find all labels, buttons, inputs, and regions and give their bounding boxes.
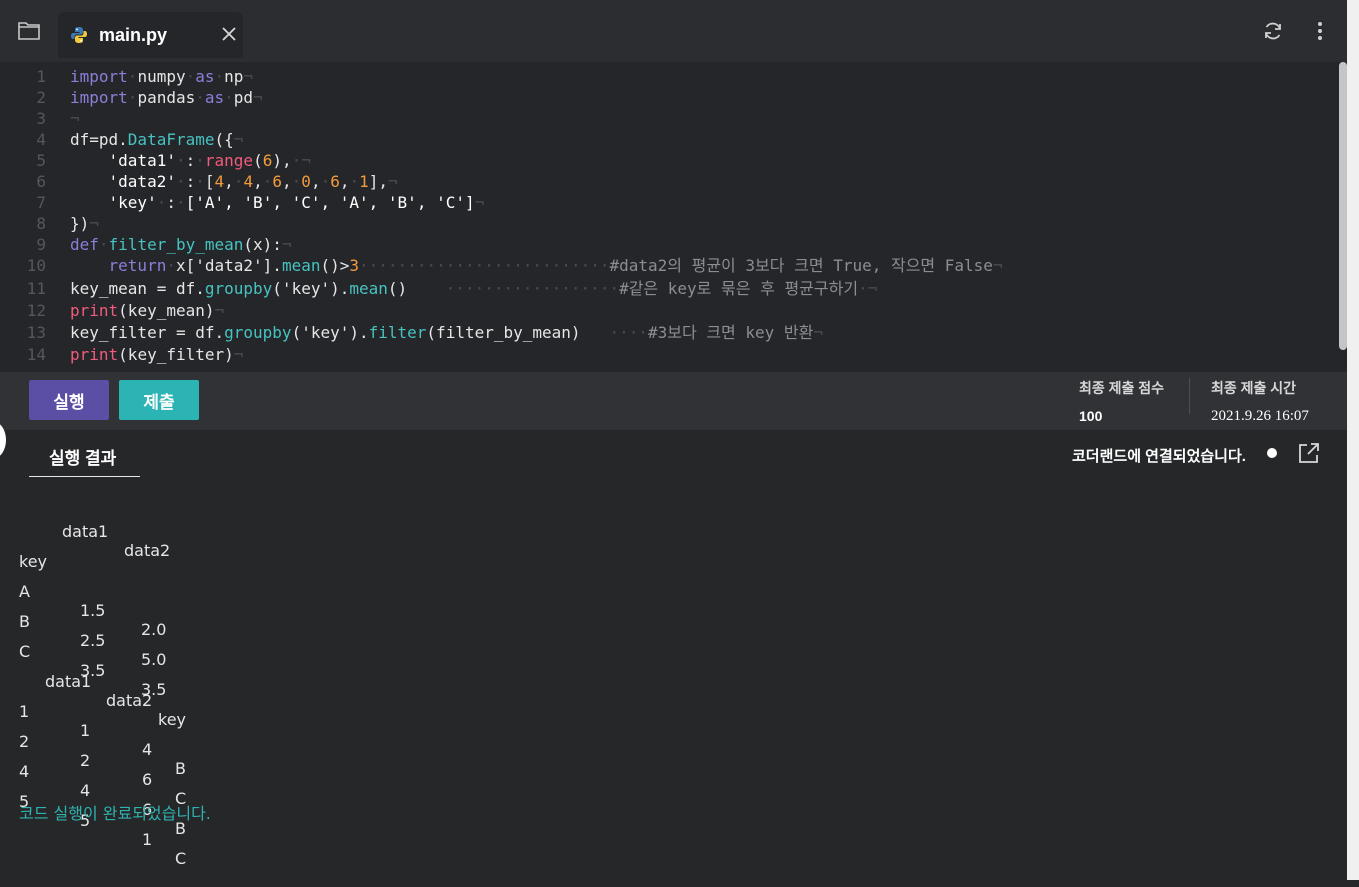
tab-run-result-label: 실행 결과 <box>49 449 117 468</box>
editor-topbar: main.py <box>0 0 1347 62</box>
output-line: 1 1 4 B <box>19 702 186 778</box>
output-line: C 3.5 3.5 <box>19 642 167 699</box>
final-score-label: 최종 제출 점수 <box>1079 380 1165 396</box>
code-line: 7 'key'·:·['A', 'B', 'C', 'A', 'B', 'C']… <box>36 193 485 212</box>
output-line: data1 data2 key <box>45 672 187 729</box>
final-time-label: 최종 제출 시간 <box>1211 380 1297 396</box>
refresh-icon[interactable] <box>1262 20 1284 42</box>
code-line: 2 import·pandas·as·pd¬ <box>36 88 263 107</box>
code-line: 8})¬ <box>36 214 99 233</box>
output-line: data1 data2 <box>62 522 171 560</box>
output-line: 2 2 6 C <box>19 732 187 808</box>
code-line: 6 'data2'·:·[4,·4,·6,·0,·6,·1],¬ <box>36 172 398 191</box>
output-line: A 1.5 2.0 <box>19 582 167 639</box>
completion-message: 코드 실행이 완료되었습니다. <box>19 804 211 823</box>
code-line: 11 key_mean = df.groupby('key').mean() ··… <box>26 279 878 298</box>
final-score-value: 100 <box>1079 408 1103 424</box>
close-icon[interactable] <box>219 24 239 44</box>
code-line: 12 print(key_mean)¬ <box>26 301 225 320</box>
divider <box>1189 378 1190 414</box>
output-line: key <box>19 552 48 571</box>
run-button[interactable]: 실행 <box>29 380 109 420</box>
code-line: 14 print(key_filter)¬ <box>26 345 244 364</box>
python-icon <box>71 27 87 43</box>
connection-status-dot <box>1267 448 1277 458</box>
external-link-icon[interactable] <box>1297 441 1321 465</box>
submit-button[interactable]: 제출 <box>119 380 199 420</box>
output-line: B 2.5 5.0 <box>19 612 167 669</box>
connection-status: 코더랜드에 연결되었습니다. <box>1072 448 1246 465</box>
tab-run-result[interactable]: 실행 결과 <box>29 430 140 478</box>
output-line: 4 4 6 B <box>19 762 186 838</box>
code-editor[interactable]: 1 import·numpy·as·np¬ 2 import·pandas·as·p… <box>0 62 1347 372</box>
tab-filename: main.py <box>99 25 168 45</box>
more-vertical-icon[interactable] <box>1310 19 1330 43</box>
page-scrollbar-track[interactable] <box>1347 0 1359 880</box>
code-line: 5 'data1'·:·range(6),·¬ <box>36 151 311 170</box>
code-line: 4 df=pd.DataFrame({¬ <box>36 130 244 149</box>
code-line: 9 def·filter_by_mean(x):¬ <box>36 235 292 254</box>
editor-scrollbar-thumb[interactable] <box>1339 62 1347 350</box>
output-panel: data1 data2 key A 1.5 2.0 B 2.5 5.0 C 3.… <box>0 477 1347 880</box>
output-line: 5 5 1 C <box>19 792 187 868</box>
folder-icon[interactable] <box>18 20 40 40</box>
final-time-value: 2021.9.26 16:07 <box>1211 408 1309 424</box>
action-bar: 실행 제출 최종 제출 점수 100 최종 제출 시간 2021.9.26 16… <box>0 372 1347 430</box>
code-line: 3 ¬ <box>36 109 80 128</box>
code-line: 10 return·x['data2'].mean()>3···········… <box>26 256 1003 275</box>
tab-main-py[interactable]: main.py <box>58 12 243 58</box>
code-line: 1 import·numpy·as·np¬ <box>36 67 254 86</box>
code-line: 13 key_filter = df.groupby('key').filter(… <box>26 323 824 342</box>
